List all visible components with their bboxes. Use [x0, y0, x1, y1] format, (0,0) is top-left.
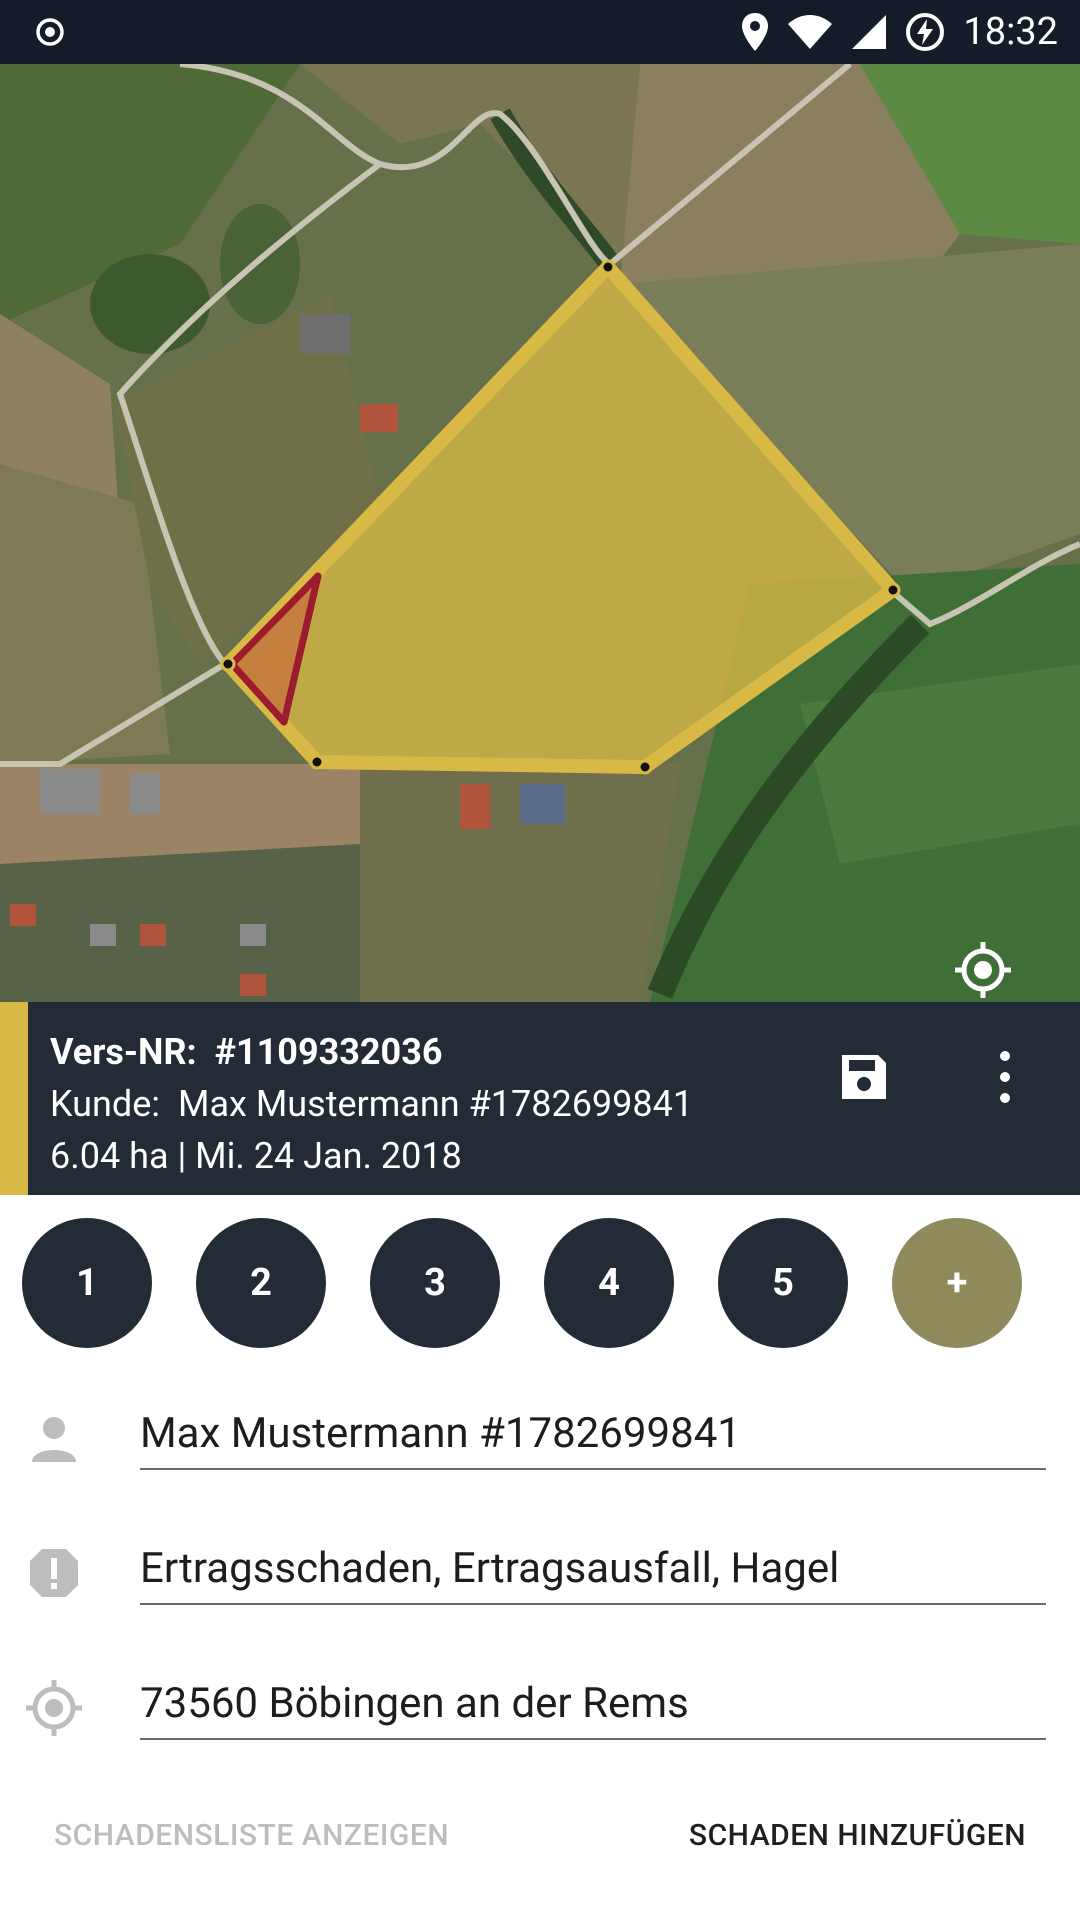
- wifi-icon: [788, 15, 833, 49]
- map-view[interactable]: [0, 64, 1080, 1002]
- location-target-icon: [26, 1680, 82, 1736]
- building: [40, 769, 100, 814]
- target-icon: [36, 18, 64, 46]
- damage-tab-4[interactable]: 4: [544, 1218, 674, 1348]
- vertex-handle[interactable]: [600, 259, 616, 275]
- location-row: 73560 Böbingen an der Rems: [0, 1670, 1080, 1770]
- building: [240, 924, 266, 946]
- damage-tab-5[interactable]: 5: [718, 1218, 848, 1348]
- building: [520, 784, 565, 824]
- vertex-handle[interactable]: [637, 759, 653, 775]
- damage-type-field[interactable]: Ertragsschaden, Ertragsausfall, Hagel: [140, 1535, 1046, 1605]
- customer-line: Kunde: Max Mustermann #1782699841: [50, 1083, 694, 1125]
- contract-number: Vers-NR: #1109332036: [50, 1031, 443, 1073]
- building: [140, 924, 166, 946]
- vertex-handle[interactable]: [220, 656, 236, 672]
- location-field[interactable]: 73560 Böbingen an der Rems: [140, 1670, 1046, 1740]
- signal-icon: [852, 15, 887, 49]
- location-pin-icon: [742, 13, 769, 51]
- building: [130, 774, 160, 814]
- damage-tab-1[interactable]: 1: [22, 1218, 152, 1348]
- tree-cluster: [220, 204, 300, 324]
- show-damage-list-button[interactable]: SCHADENSLISTE ANZEIGEN: [54, 1818, 449, 1853]
- person-icon: [32, 1417, 76, 1462]
- add-damage-tab-button[interactable]: +: [892, 1218, 1022, 1348]
- contract-info-bar: Vers-NR: #1109332036 Kunde: Max Mustermann…: [0, 1002, 1080, 1195]
- damage-tab-2[interactable]: 2: [196, 1218, 326, 1348]
- accent-strip: [0, 1002, 28, 1195]
- alert-icon: [30, 1549, 78, 1597]
- add-damage-button[interactable]: SCHADEN HINZUFÜGEN: [689, 1818, 1026, 1853]
- customer-row: Max Mustermann #1782699841: [0, 1400, 1080, 1500]
- customer-field[interactable]: Max Mustermann #1782699841: [140, 1400, 1046, 1470]
- satellite-map[interactable]: [0, 64, 1080, 1002]
- building: [240, 974, 266, 996]
- building: [90, 924, 116, 946]
- my-location-icon[interactable]: [950, 937, 1016, 1002]
- more-vert-icon[interactable]: [990, 1051, 1020, 1103]
- damage-tab-3[interactable]: 3: [370, 1218, 500, 1348]
- building: [10, 904, 36, 926]
- vertex-handle[interactable]: [309, 754, 325, 770]
- battery-charging-icon: [906, 13, 945, 51]
- status-bar: 18:32: [0, 0, 1080, 64]
- area-date: 6.04 ha | Mi. 24 Jan. 2018: [50, 1135, 462, 1177]
- save-icon[interactable]: [838, 1051, 890, 1103]
- tree-cluster: [90, 254, 210, 354]
- damage-type-row: Ertragsschaden, Ertragsausfall, Hagel: [0, 1535, 1080, 1635]
- clock: 18:32: [963, 10, 1058, 54]
- building: [360, 404, 398, 432]
- vertex-handle[interactable]: [885, 582, 901, 598]
- building: [300, 314, 350, 354]
- village-area: [0, 844, 360, 1002]
- building: [460, 784, 490, 829]
